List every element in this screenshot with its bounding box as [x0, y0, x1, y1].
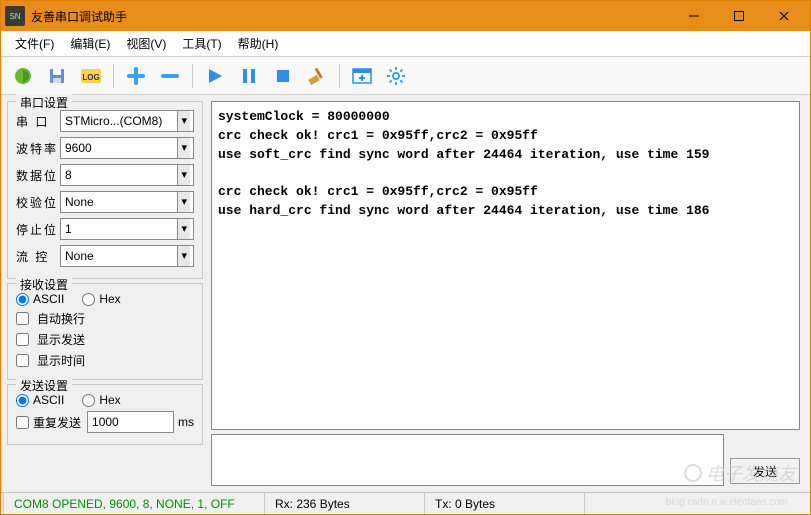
close-button[interactable]	[761, 2, 806, 30]
menubar: 文件(F) 编辑(E) 视图(V) 工具(T) 帮助(H)	[1, 31, 810, 57]
statusbar: COM8 OPENED, 9600, 8, NONE, 1, OFF Rx: 2…	[1, 492, 810, 514]
send-settings-group: 发送设置 ASCII Hex 重复发送 ms	[7, 384, 203, 445]
window-title: 友善串口调试助手	[31, 8, 671, 25]
parity-select[interactable]: None	[60, 191, 194, 213]
send-textarea[interactable]	[211, 434, 724, 486]
databits-label: 数据位	[16, 167, 60, 184]
recv-group-title: 接收设置	[16, 276, 72, 293]
flow-label: 流 控	[16, 248, 60, 265]
connect-icon[interactable]	[7, 61, 39, 91]
menu-tools[interactable]: 工具(T)	[174, 31, 229, 56]
save-icon[interactable]	[41, 61, 73, 91]
main-area: systemClock = 80000000 crc check ok! crc…	[209, 95, 810, 492]
send-group-title: 发送设置	[16, 377, 72, 394]
recv-hex-radio[interactable]: Hex	[82, 292, 120, 306]
showtime-checkbox[interactable]: 显示时间	[16, 352, 85, 369]
repeat-interval-input[interactable]	[87, 411, 174, 433]
baud-select[interactable]: 9600	[60, 137, 194, 159]
svg-text:LOG: LOG	[82, 73, 99, 82]
sidebar: 串口设置 串 口 STMicro...(COM8) 波特率 9600 数据位 8…	[1, 95, 209, 492]
toolbar: LOG	[1, 57, 810, 95]
settings-icon[interactable]	[380, 61, 412, 91]
ms-label: ms	[178, 415, 194, 429]
status-tx: Tx: 0 Bytes	[425, 493, 585, 514]
remove-icon[interactable]	[154, 61, 186, 91]
menu-file[interactable]: 文件(F)	[7, 31, 62, 56]
play-icon[interactable]	[199, 61, 231, 91]
port-select[interactable]: STMicro...(COM8)	[60, 110, 194, 132]
showsend-checkbox[interactable]: 显示发送	[16, 331, 85, 348]
new-window-icon[interactable]	[346, 61, 378, 91]
menu-help[interactable]: 帮助(H)	[230, 31, 287, 56]
log-icon[interactable]: LOG	[75, 61, 107, 91]
stopbits-select[interactable]: 1	[60, 218, 194, 240]
autowrap-checkbox[interactable]: 自动换行	[16, 310, 85, 327]
minimize-button[interactable]	[671, 2, 716, 30]
stop-icon[interactable]	[267, 61, 299, 91]
send-ascii-radio[interactable]: ASCII	[16, 393, 64, 407]
titlebar: SN 友善串口调试助手	[1, 1, 810, 31]
parity-label: 校验位	[16, 194, 60, 211]
send-button[interactable]: 发送	[730, 458, 800, 484]
menu-edit[interactable]: 编辑(E)	[62, 31, 118, 56]
clear-icon[interactable]	[301, 61, 333, 91]
status-spacer	[585, 493, 810, 514]
add-icon[interactable]	[120, 61, 152, 91]
port-label: 串 口	[16, 113, 60, 130]
databits-select[interactable]: 8	[60, 164, 194, 186]
recv-ascii-radio[interactable]: ASCII	[16, 292, 64, 306]
stopbits-label: 停止位	[16, 221, 60, 238]
flow-select[interactable]: None	[60, 245, 194, 267]
repeat-send-checkbox[interactable]: 重复发送	[16, 414, 81, 431]
serial-group-title: 串口设置	[16, 94, 72, 111]
status-rx: Rx: 236 Bytes	[265, 493, 425, 514]
maximize-button[interactable]	[716, 2, 761, 30]
menu-view[interactable]: 视图(V)	[118, 31, 174, 56]
status-connection: COM8 OPENED, 9600, 8, NONE, 1, OFF	[3, 493, 265, 514]
receive-settings-group: 接收设置 ASCII Hex 自动换行 显示发送 显示时间	[7, 283, 203, 380]
pause-icon[interactable]	[233, 61, 265, 91]
baud-label: 波特率	[16, 140, 60, 157]
receive-textarea[interactable]: systemClock = 80000000 crc check ok! crc…	[211, 101, 800, 430]
serial-settings-group: 串口设置 串 口 STMicro...(COM8) 波特率 9600 数据位 8…	[7, 101, 203, 279]
send-hex-radio[interactable]: Hex	[82, 393, 120, 407]
app-icon: SN	[5, 6, 25, 26]
